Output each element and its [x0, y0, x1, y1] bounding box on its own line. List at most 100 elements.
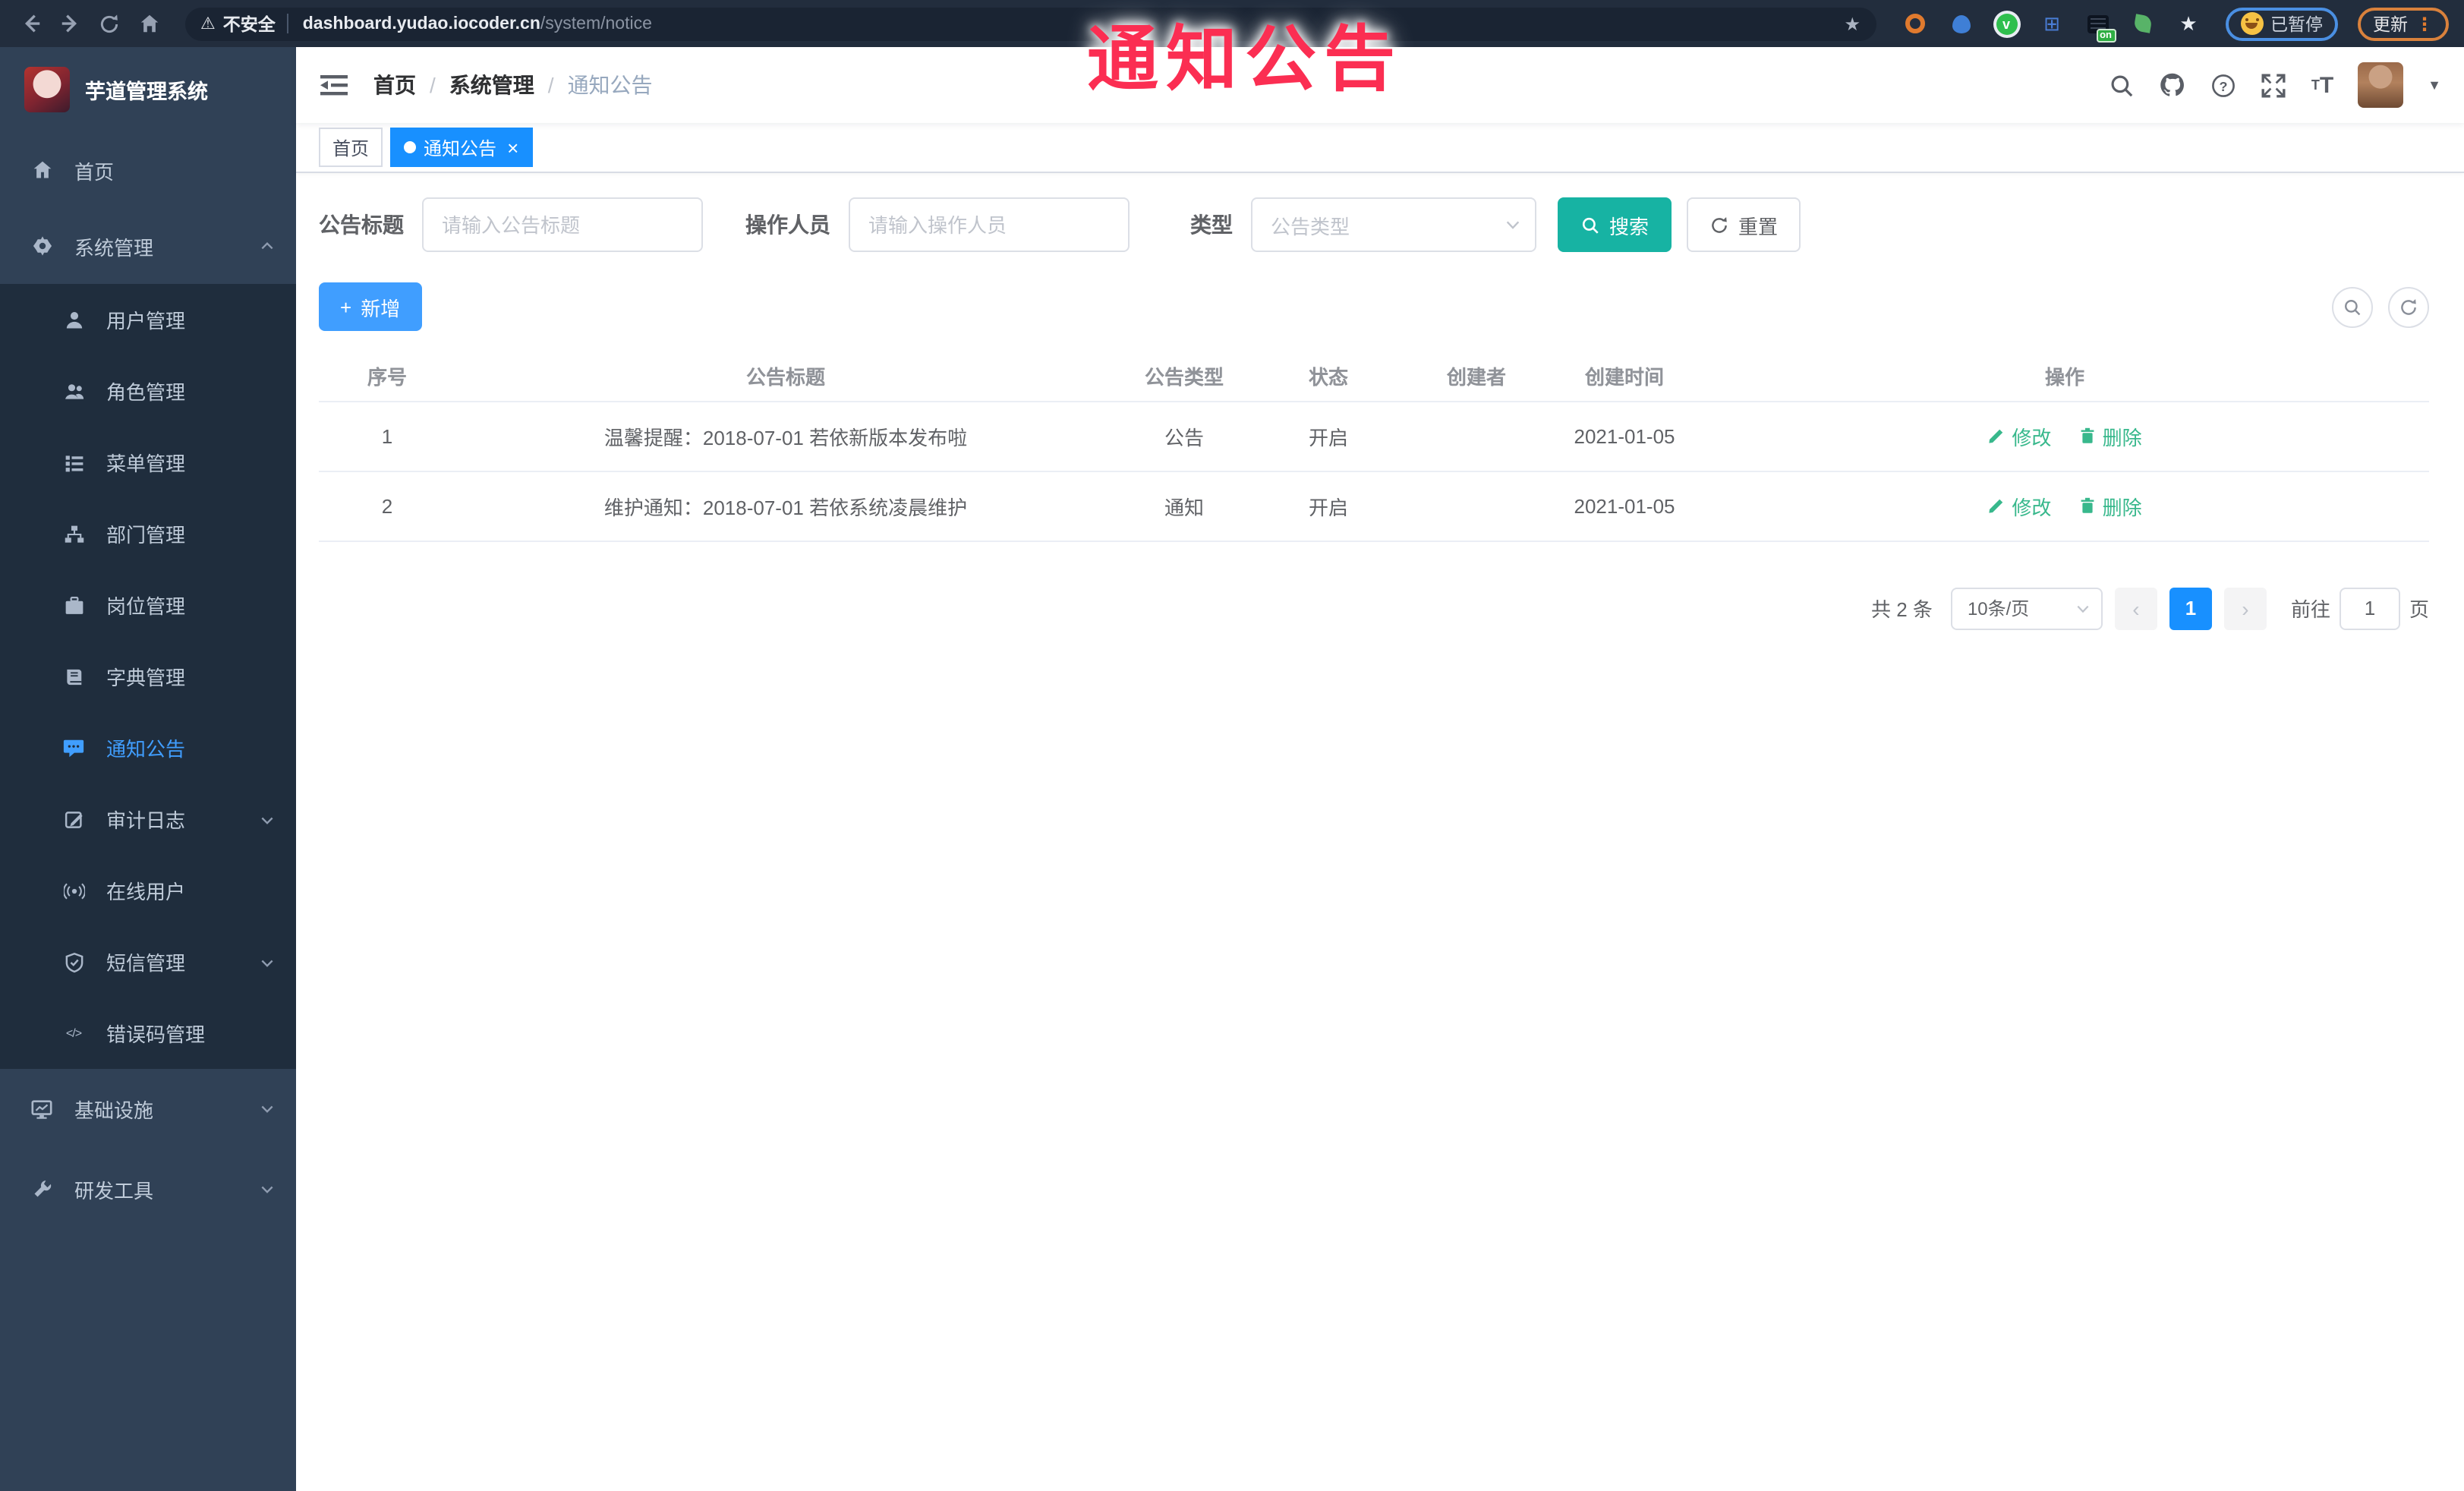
security-label: 不安全 — [222, 16, 276, 34]
reset-button[interactable]: 重置 — [1687, 197, 1801, 252]
page-1-button[interactable]: 1 — [2169, 587, 2212, 629]
cell-type: 通知 — [1116, 470, 1252, 541]
col-title: 公告标题 — [745, 366, 825, 389]
tag-close-icon[interactable]: × — [507, 137, 518, 157]
operator-input[interactable] — [849, 197, 1130, 252]
delete-link[interactable]: 删除 — [2078, 421, 2142, 450]
page-size-select[interactable]: 10条/页 — [1950, 587, 2103, 629]
tag-notice-active[interactable]: 通知公告 × — [390, 128, 533, 167]
online-users-icon — [62, 879, 85, 902]
user-icon — [62, 308, 85, 331]
extension-star-icon[interactable]: ★ — [2175, 10, 2202, 37]
sidebar-item-role-management[interactable]: 角色管理 — [0, 355, 296, 427]
url-path: /system/notice — [540, 14, 652, 33]
sidebar-item-notice[interactable]: 通知公告 — [0, 712, 296, 783]
sidebar-item-errorcode-management[interactable]: </> 错误码管理 — [0, 998, 296, 1069]
navbar-actions: ? TT ▼ — [2110, 62, 2441, 108]
help-icon[interactable]: ? — [2211, 72, 2237, 98]
table-toolbar: + 新增 — [319, 282, 2429, 331]
sidebar-item-system-management[interactable]: 系统管理 — [0, 208, 296, 284]
edit-link[interactable]: 修改 — [1987, 421, 2051, 450]
book-icon — [62, 665, 85, 688]
back-icon[interactable] — [15, 8, 46, 39]
sidebar-item-label: 部门管理 — [106, 524, 186, 547]
chevron-down-icon — [260, 1101, 275, 1116]
forward-icon[interactable] — [55, 8, 85, 39]
bookmark-star-icon[interactable]: ★ — [1844, 13, 1861, 34]
goto-page-input[interactable] — [2339, 587, 2400, 629]
sidebar-item-department-management[interactable]: 部门管理 — [0, 498, 296, 569]
breadcrumb-system[interactable]: 系统管理 — [449, 70, 534, 100]
notice-title-input[interactable] — [422, 197, 703, 252]
sidebar-item-user-management[interactable]: 用户管理 — [0, 284, 296, 355]
goto-suffix: 页 — [2409, 598, 2429, 621]
type-select-placeholder: 公告类型 — [1271, 215, 1350, 238]
sidebar-item-audit-log[interactable]: 审计日志 — [0, 783, 296, 855]
sidebar-logo-row[interactable]: 芋道管理系统 — [0, 47, 296, 132]
font-size-icon[interactable]: TT — [2311, 74, 2333, 96]
top-navbar: 首页 / 系统管理 / 通知公告 ? T T ▼ — [296, 47, 2464, 123]
refresh-button[interactable] — [2388, 286, 2429, 327]
filter-form: 公告标题 操作人员 类型 公告类型 搜索 — [319, 197, 2429, 252]
user-avatar[interactable] — [2358, 62, 2404, 108]
breadcrumb-separator: / — [430, 73, 436, 97]
sidebar-item-menu-management[interactable]: 菜单管理 — [0, 427, 296, 498]
table-header-row: 序号 公告标题 公告类型 状态 创建者 创建时间 操作 — [319, 352, 2429, 401]
home-icon[interactable] — [134, 8, 164, 39]
add-button[interactable]: + 新增 — [319, 282, 422, 331]
hamburger-icon[interactable] — [319, 70, 349, 100]
breadcrumb: 首页 / 系统管理 / 通知公告 — [373, 70, 653, 100]
tag-home[interactable]: 首页 — [319, 128, 383, 167]
browser-profile-button[interactable]: 已暂停 — [2225, 7, 2338, 40]
sidebar-item-online-users[interactable]: 在线用户 — [0, 855, 296, 926]
cell-created: 2021-01-05 — [1549, 400, 1700, 471]
chevron-down-icon — [260, 954, 275, 969]
sidebar-filler — [0, 1230, 296, 1491]
sidebar-item-home[interactable]: 首页 — [0, 132, 296, 208]
sidebar-item-dev-tools[interactable]: 研发工具 — [0, 1148, 296, 1230]
edit-link[interactable]: 修改 — [1987, 491, 2051, 520]
sidebar-item-label: 在线用户 — [106, 881, 186, 903]
extension-list-on-icon[interactable]: on — [2084, 10, 2116, 42]
sidebar-item-label: 研发工具 — [74, 1179, 154, 1202]
address-bar[interactable]: ⚠ 不安全 dashboard.yudao.iocoder.cn /system… — [185, 7, 1876, 40]
sidebar-item-label: 通知公告 — [106, 738, 186, 761]
sidebar-item-label: 角色管理 — [106, 381, 186, 404]
extension-grid-icon[interactable]: ⊞ — [2038, 10, 2065, 37]
fullscreen-icon[interactable] — [2261, 72, 2287, 98]
page-content: 公告标题 操作人员 类型 公告类型 搜索 — [296, 173, 2464, 1491]
chevron-down-icon — [260, 1181, 275, 1196]
monitor-icon — [30, 1097, 53, 1120]
breadcrumb-home[interactable]: 首页 — [373, 70, 416, 100]
extension-blue-drop-icon[interactable] — [1947, 10, 1974, 37]
security-warning-icon: ⚠ — [200, 15, 216, 33]
col-actions: 操作 — [2044, 366, 2084, 389]
header-search-icon[interactable] — [2110, 72, 2135, 98]
chevron-down-icon — [1505, 216, 1521, 233]
prev-page-button[interactable]: ‹ — [2114, 587, 2157, 629]
next-page-button[interactable]: › — [2223, 587, 2267, 629]
delete-link[interactable]: 删除 — [2078, 491, 2142, 520]
sidebar-item-sms-management[interactable]: 短信管理 — [0, 926, 296, 998]
browser-update-button[interactable]: 更新 ⋮ — [2358, 7, 2449, 40]
tag-label: 通知公告 — [424, 137, 497, 159]
screen: ⚠ 不安全 dashboard.yudao.iocoder.cn /system… — [0, 0, 2464, 1491]
sidebar-item-infrastructure[interactable]: 基础设施 — [0, 1069, 296, 1148]
reload-icon[interactable] — [94, 8, 124, 39]
search-button[interactable]: 搜索 — [1558, 197, 1672, 252]
chevron-up-icon — [260, 238, 275, 254]
type-label: 类型 — [1190, 213, 1233, 237]
browser-menu-icon[interactable]: ⋮ — [2415, 13, 2434, 34]
log-edit-icon — [62, 808, 85, 831]
sidebar-item-post-management[interactable]: 岗位管理 — [0, 569, 296, 641]
extension-green-check-icon[interactable]: v — [1993, 10, 2020, 37]
github-icon[interactable] — [2160, 71, 2187, 99]
col-type: 公告类型 — [1144, 366, 1224, 389]
toggle-search-button[interactable] — [2332, 286, 2373, 327]
extension-leaf-icon[interactable] — [2129, 10, 2157, 37]
sidebar-item-dict-management[interactable]: 字典管理 — [0, 641, 296, 712]
avatar-caret-icon[interactable]: ▼ — [2428, 77, 2441, 93]
extension-orange-icon[interactable] — [1902, 10, 1929, 37]
type-select[interactable]: 公告类型 — [1251, 197, 1536, 252]
col-created: 创建时间 — [1584, 366, 1664, 389]
